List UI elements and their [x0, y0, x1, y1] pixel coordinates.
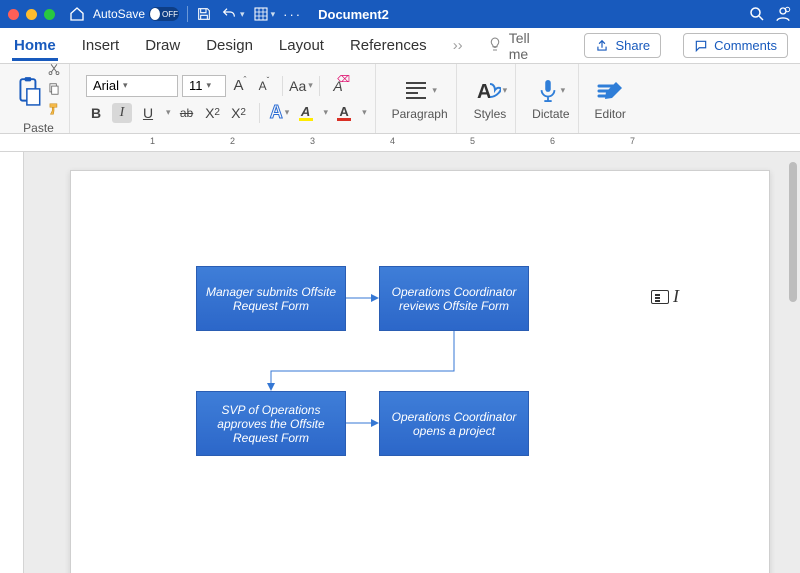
font-color[interactable]: A [334, 103, 354, 123]
change-case[interactable]: Aa▾ [291, 76, 311, 96]
autosave-label: AutoSave [93, 7, 145, 21]
horizontal-ruler[interactable]: 1 2 3 4 5 6 7 [0, 134, 800, 152]
shrink-font-icon[interactable]: Aˇ [254, 76, 274, 96]
strike-button[interactable]: ab [177, 103, 197, 123]
underline-button[interactable]: U [138, 103, 158, 123]
clear-formatting[interactable]: A⌫ [328, 76, 348, 96]
paragraph-icon: ▾ [402, 77, 437, 105]
editor-icon [596, 77, 624, 105]
paste-label: Paste [23, 121, 54, 135]
cut-icon[interactable] [47, 62, 61, 79]
bold-button[interactable]: B [86, 103, 106, 123]
svg-text:A: A [477, 81, 491, 103]
flow-box-1[interactable]: Manager submits Offsite Request Form [196, 266, 346, 331]
close-window[interactable] [8, 9, 19, 20]
bulb-icon [487, 36, 503, 55]
tell-me-label: Tell me [509, 30, 541, 62]
font-size-select[interactable]: 11▾ [182, 75, 226, 97]
account-icon[interactable] [774, 5, 792, 23]
styles-group[interactable]: A▾ Styles [465, 64, 517, 133]
minimize-window[interactable] [26, 9, 37, 20]
font-group: Arial▾ 11▾ Aˆ Aˇ Aa▾ A⌫ B I U▾ ab X2 X2 … [78, 64, 376, 133]
share-button[interactable]: Share [584, 33, 661, 58]
paragraph-group[interactable]: ▾ Paragraph [384, 64, 457, 133]
autosave-toggle[interactable]: AutoSave OFF [93, 7, 179, 21]
share-label: Share [615, 38, 650, 53]
vertical-scrollbar[interactable] [789, 162, 797, 302]
tab-references[interactable]: References [348, 31, 429, 60]
superscript-button[interactable]: X2 [229, 103, 249, 123]
styles-icon: A▾ [473, 77, 508, 105]
italic-button[interactable]: I [112, 103, 132, 123]
editor-group[interactable]: Editor [587, 64, 634, 133]
flowchart-connectors [71, 171, 771, 573]
highlight-color[interactable]: A [296, 103, 316, 123]
tab-design[interactable]: Design [204, 31, 255, 60]
home-icon[interactable] [69, 6, 85, 22]
flow-box-3[interactable]: SVP of Operations approves the Offsite R… [196, 391, 346, 456]
dictate-icon: ▾ [537, 77, 566, 105]
dictate-group[interactable]: ▾ Dictate [524, 64, 578, 133]
tab-insert[interactable]: Insert [80, 31, 122, 60]
maximize-window[interactable] [44, 9, 55, 20]
vertical-ruler[interactable] [0, 152, 24, 573]
comments-label: Comments [714, 38, 777, 53]
overflow-icon[interactable]: ··· [283, 7, 302, 22]
tell-me[interactable]: Tell me [487, 30, 541, 62]
table-icon[interactable]: ▾ [253, 6, 276, 22]
tab-layout[interactable]: Layout [277, 31, 326, 60]
tab-home[interactable]: Home [12, 31, 58, 61]
comments-button[interactable]: Comments [683, 33, 788, 58]
search-icon[interactable] [748, 5, 766, 23]
copy-icon[interactable] [47, 82, 61, 99]
flow-box-2[interactable]: Operations Coordinator reviews Offsite F… [379, 266, 529, 331]
subscript-button[interactable]: X2 [203, 103, 223, 123]
clipboard-group: Paste [8, 64, 70, 133]
grow-font-icon[interactable]: Aˆ [230, 76, 250, 96]
tab-draw[interactable]: Draw [143, 31, 182, 60]
tab-overflow[interactable]: ›› [451, 31, 465, 60]
text-effects[interactable]: A▾ [270, 103, 290, 123]
document-title: Document2 [318, 7, 389, 22]
flow-box-4[interactable]: Operations Coordinator opens a project [379, 391, 529, 456]
paste-icon[interactable] [16, 77, 42, 105]
save-icon[interactable] [196, 6, 212, 22]
layout-options-icon[interactable]: I [651, 286, 679, 307]
font-name-select[interactable]: Arial▾ [86, 75, 178, 97]
undo-icon[interactable]: ▾ [220, 6, 245, 22]
format-painter-icon[interactable] [47, 102, 61, 119]
document-page[interactable]: Manager submits Offsite Request Form Ope… [70, 170, 770, 573]
